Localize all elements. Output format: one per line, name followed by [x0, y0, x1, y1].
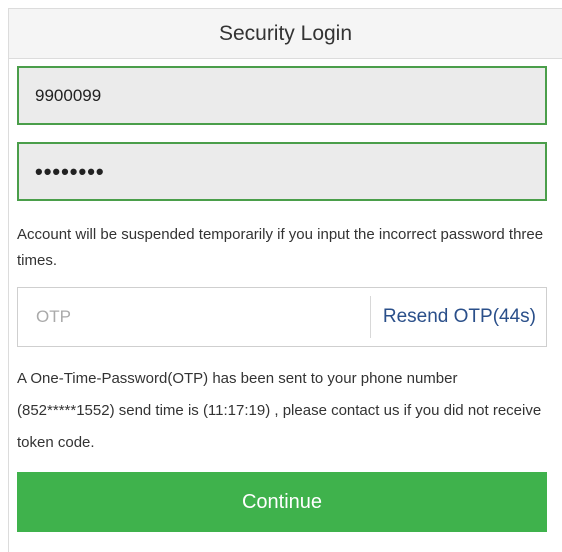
resend-otp-button[interactable]: Resend OTP(44s) — [371, 306, 546, 328]
account-value: 9900099 — [35, 85, 102, 105]
otp-group: Resend OTP(44s) — [17, 287, 547, 347]
page-title: Security Login — [218, 21, 353, 45]
account-field[interactable]: 9900099 — [17, 66, 547, 125]
password-value: •••••••• — [35, 158, 105, 184]
suspension-warning: Account will be suspended temporarily if… — [17, 226, 544, 269]
otp-info-text: A One-Time-Password(OTP) has been sent t… — [17, 370, 542, 451]
otp-input[interactable] — [18, 288, 370, 346]
panel-header: Security Login — [9, 9, 562, 59]
password-field[interactable]: •••••••• — [17, 142, 547, 201]
continue-button[interactable]: Continue — [17, 472, 547, 532]
